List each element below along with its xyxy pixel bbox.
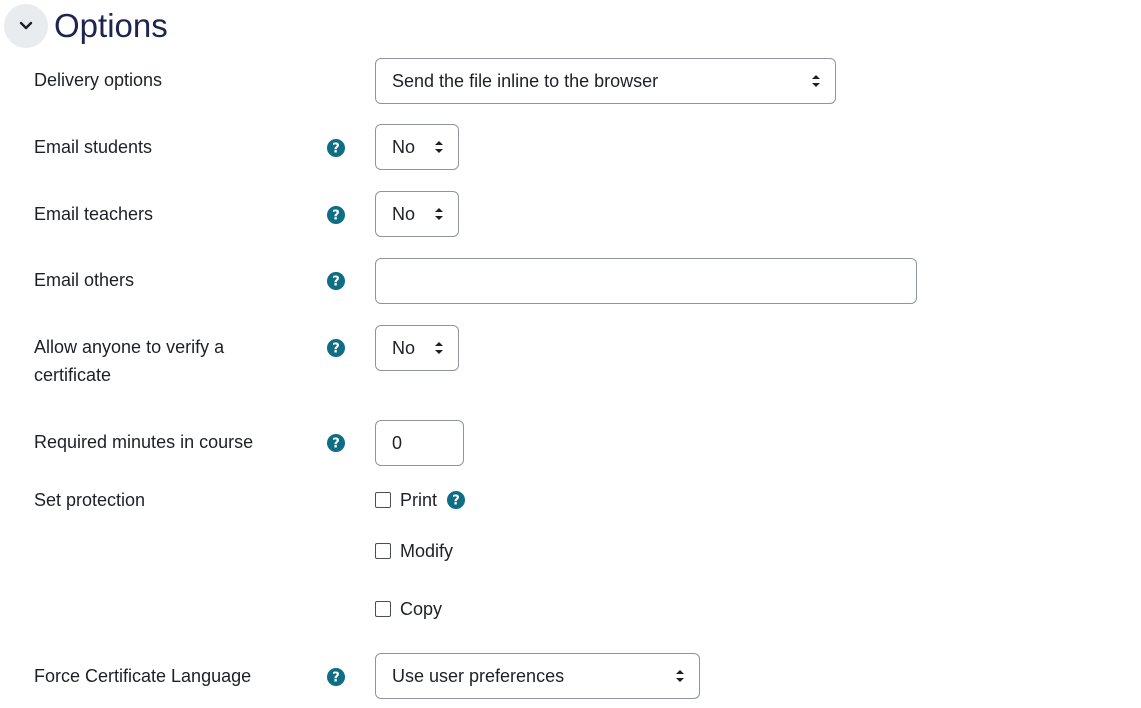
options-section: Options Delivery options Send the file i… bbox=[0, 0, 1141, 708]
email-others-input[interactable] bbox=[375, 258, 917, 304]
verify-certificate-label: Allow anyone to verify a certificate bbox=[34, 337, 225, 385]
help-icon[interactable]: ? bbox=[447, 491, 466, 509]
select-caret-icon bbox=[673, 667, 687, 685]
copy-label: Copy bbox=[400, 598, 443, 619]
select-caret-icon bbox=[809, 72, 823, 90]
svg-text:?: ? bbox=[332, 275, 340, 290]
required-minutes-input[interactable]: 0 bbox=[375, 420, 464, 466]
force-language-value: Use user preferences bbox=[392, 665, 565, 686]
help-icon[interactable]: ? bbox=[327, 434, 345, 452]
svg-text:?: ? bbox=[332, 671, 340, 686]
copy-checkbox[interactable] bbox=[375, 601, 391, 617]
email-teachers-select[interactable]: No bbox=[375, 191, 459, 237]
select-caret-icon bbox=[432, 339, 446, 357]
force-language-select[interactable]: Use user preferences bbox=[375, 653, 700, 699]
email-others-label: Email others bbox=[34, 270, 135, 290]
modify-label: Modify bbox=[400, 540, 454, 561]
delivery-options-label: Delivery options bbox=[34, 70, 163, 90]
force-language-label: Force Certificate Language bbox=[34, 666, 252, 686]
protection-option-copy[interactable]: Copy bbox=[375, 595, 442, 623]
delivery-options-select[interactable]: Send the file inline to the browser bbox=[375, 58, 836, 104]
select-caret-icon bbox=[432, 138, 446, 156]
protection-option-modify[interactable]: Modify bbox=[375, 537, 453, 565]
chevron-down-icon bbox=[19, 21, 33, 30]
svg-text:?: ? bbox=[332, 437, 340, 452]
select-caret-icon bbox=[432, 205, 446, 223]
set-protection-label: Set protection bbox=[34, 490, 146, 510]
help-icon[interactable]: ? bbox=[327, 272, 345, 290]
email-students-value: No bbox=[392, 136, 416, 157]
print-label: Print bbox=[400, 489, 438, 510]
svg-text:?: ? bbox=[332, 209, 340, 224]
delivery-options-value: Send the file inline to the browser bbox=[392, 70, 659, 91]
modify-checkbox[interactable] bbox=[375, 543, 391, 559]
verify-certificate-value: No bbox=[392, 337, 416, 358]
print-checkbox[interactable] bbox=[375, 492, 391, 508]
verify-certificate-select[interactable]: No bbox=[375, 325, 459, 371]
help-icon[interactable]: ? bbox=[327, 339, 345, 357]
svg-text:?: ? bbox=[332, 342, 340, 357]
collapse-toggle-button[interactable] bbox=[4, 4, 48, 48]
required-minutes-label: Required minutes in course bbox=[34, 432, 254, 452]
svg-text:?: ? bbox=[452, 494, 460, 509]
help-icon[interactable]: ? bbox=[327, 139, 345, 157]
protection-option-print[interactable]: Print ? bbox=[375, 486, 466, 514]
help-icon[interactable]: ? bbox=[327, 668, 345, 686]
email-students-select[interactable]: No bbox=[375, 124, 459, 170]
section-title: Options bbox=[54, 7, 168, 44]
email-students-label: Email students bbox=[34, 137, 153, 157]
email-teachers-value: No bbox=[392, 203, 416, 224]
svg-text:?: ? bbox=[332, 142, 340, 157]
help-icon[interactable]: ? bbox=[327, 206, 345, 224]
section-header: Options bbox=[4, 3, 168, 49]
email-teachers-label: Email teachers bbox=[34, 204, 154, 224]
